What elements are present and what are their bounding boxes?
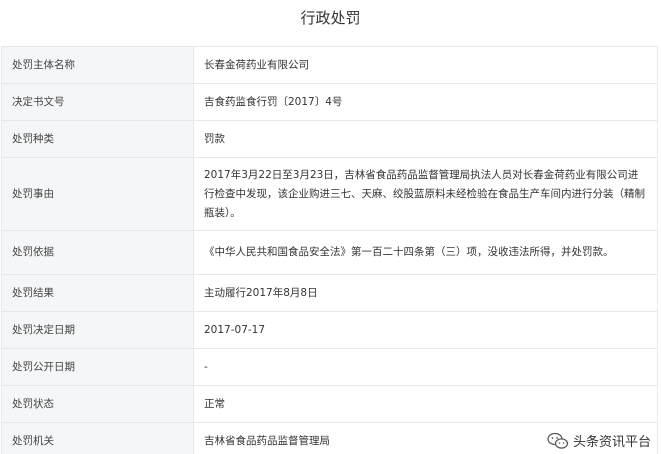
table-row: 处罚结果 主动履行2017年8月8日 (1, 274, 658, 312)
table-row: 处罚状态 正常 (1, 385, 658, 423)
row-label-penalty-basis: 处罚依据 (1, 230, 194, 275)
watermark-text: 头条资讯平台 (572, 435, 651, 450)
table-row: 处罚决定日期 2017-07-17 (1, 311, 658, 349)
row-value-publish-date: - (193, 348, 658, 386)
wechat-logo-icon (547, 432, 569, 449)
row-label-penalty-type: 处罚种类 (1, 120, 194, 158)
row-value-penalty-reason: 2017年3月22日至3月23日，吉林省食品药品监督管理局执法人员对长春金荷药业… (193, 157, 658, 231)
row-label-penalty-reason: 处罚事由 (1, 157, 194, 231)
row-label-decision-date: 处罚决定日期 (1, 311, 194, 349)
row-value-decision-date: 2017-07-17 (193, 311, 658, 349)
row-value-penalty-basis: 《中华人民共和国食品安全法》第一百二十四条第（三）项，没收违法所得，并处罚款。 (193, 230, 658, 275)
row-value-penalty-status: 正常 (193, 385, 658, 423)
table-row: 处罚主体名称 长春金荷药业有限公司 (1, 46, 658, 84)
row-label-penalty-authority: 处罚机关 (1, 422, 194, 454)
row-value-subject-name: 长春金荷药业有限公司 (193, 46, 658, 84)
row-label-subject-name: 处罚主体名称 (1, 46, 194, 84)
row-label-penalty-status: 处罚状态 (1, 385, 194, 423)
table-row: 处罚依据 《中华人民共和国食品安全法》第一百二十四条第（三）项，没收违法所得，并… (1, 230, 658, 275)
row-label-decision-number: 决定书文号 (1, 83, 194, 121)
watermark: 头条资讯平台 (547, 431, 651, 450)
table-row: 处罚公开日期 - (1, 348, 658, 386)
page-title: 行政处罚 (300, 9, 361, 27)
penalty-info-table: 处罚主体名称 长春金荷药业有限公司 决定书文号 吉食药监食行罚〔2017〕4号 … (1, 46, 658, 454)
row-label-publish-date: 处罚公开日期 (1, 348, 194, 386)
row-value-penalty-result: 主动履行2017年8月8日 (193, 274, 658, 312)
row-value-decision-number: 吉食药监食行罚〔2017〕4号 (193, 83, 658, 121)
row-value-penalty-type: 罚款 (193, 120, 658, 158)
table-row: 处罚事由 2017年3月22日至3月23日，吉林省食品药品监督管理局执法人员对长… (1, 157, 658, 231)
table-row: 决定书文号 吉食药监食行罚〔2017〕4号 (1, 83, 658, 121)
page: 行政处罚 处罚主体名称 长春金荷药业有限公司 决定书文号 吉食药监食行罚〔201… (0, 0, 661, 454)
row-label-penalty-result: 处罚结果 (1, 274, 194, 312)
table-row: 处罚种类 罚款 (1, 120, 658, 158)
